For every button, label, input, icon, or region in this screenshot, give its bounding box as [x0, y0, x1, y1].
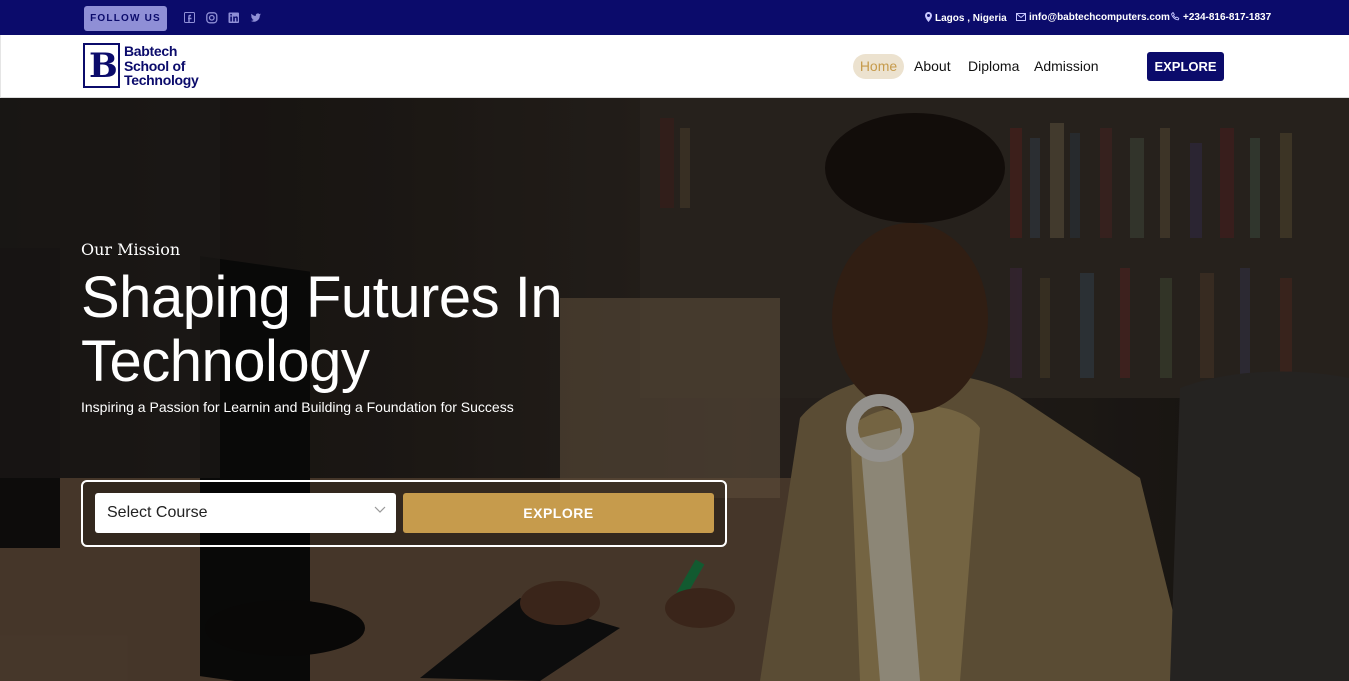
email-info[interactable]: info@babtechcomputers.com [1016, 12, 1170, 24]
logo-letter: B [89, 46, 118, 86]
twitter-icon[interactable] [250, 12, 262, 24]
instagram-icon[interactable] [206, 12, 218, 24]
header-explore-button[interactable]: EXPLORE [1147, 52, 1224, 81]
hero-explore-button[interactable]: EXPLORE [403, 493, 714, 533]
location-info: Lagos , Nigeria [925, 12, 1007, 25]
email-text[interactable]: info@babtechcomputers.com [1029, 12, 1170, 24]
logo-text[interactable]: Babtech School of Technology [124, 44, 199, 88]
logo-text-line2: School of [124, 57, 186, 74]
nav-diploma[interactable]: Diploma [968, 54, 1019, 79]
mission-label: Our Mission [81, 240, 181, 259]
hero-headline: Shaping Futures In Technology [81, 266, 781, 394]
map-pin-icon [925, 12, 932, 25]
nav-admission[interactable]: Admission [1034, 54, 1099, 79]
follow-us-button[interactable]: FOLLOW US [84, 6, 167, 31]
location-text: Lagos , Nigeria [935, 12, 1007, 24]
nav-about[interactable]: About [914, 54, 951, 79]
nav-home[interactable]: Home [853, 54, 904, 79]
hero-headline-line1: Shaping Futures In [81, 265, 563, 330]
mail-icon [1016, 12, 1026, 24]
site-header: B Babtech School of Technology Home Abou… [0, 35, 1349, 98]
logo-text-line3: Technology [124, 72, 199, 88]
linkedin-icon[interactable] [228, 12, 240, 24]
logo-mark[interactable]: B [83, 43, 120, 88]
phone-icon [1171, 11, 1180, 24]
chevron-down-icon [374, 503, 386, 517]
course-select-value: Select Course [107, 504, 208, 521]
hero-section: Our Mission Shaping Futures In Technolog… [0, 98, 1349, 681]
top-bar: FOLLOW US Lagos , Nigeria info@babtechco… [0, 0, 1349, 35]
phone-info[interactable]: +234-816-817-1837 [1171, 11, 1271, 24]
hero-subline: Inspiring a Passion for Learnin and Buil… [81, 399, 514, 415]
phone-text[interactable]: +234-816-817-1837 [1183, 12, 1271, 24]
course-select[interactable]: Select Course [95, 493, 396, 533]
logo-text-line1: Babtech [124, 43, 178, 59]
facebook-icon[interactable] [184, 12, 196, 24]
hero-headline-line2: Technology [81, 329, 370, 394]
course-search-box: Select Course EXPLORE [81, 480, 727, 547]
